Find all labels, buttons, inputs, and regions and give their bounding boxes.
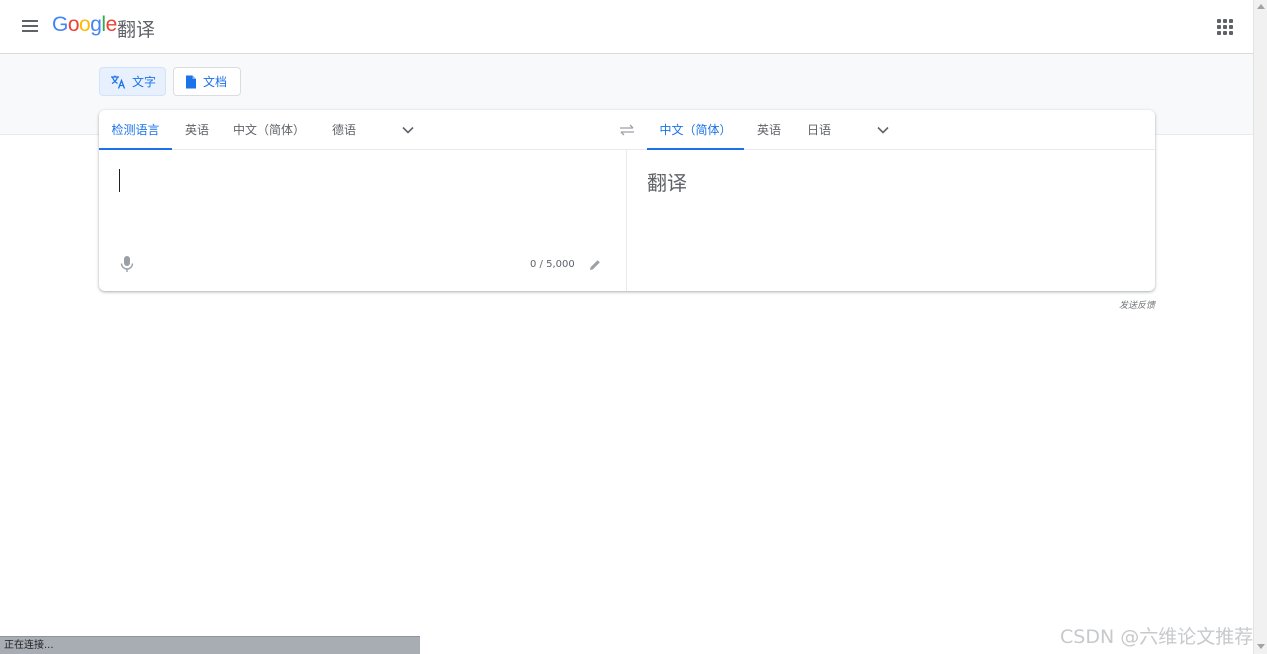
character-count: 0 / 5,000 xyxy=(530,259,575,270)
chevron-down-icon[interactable] xyxy=(875,122,891,138)
target-tab-english[interactable]: 英语 xyxy=(751,110,787,150)
scroll-down-arrow-icon[interactable] xyxy=(1257,644,1265,649)
source-tab-detect[interactable]: 检测语言 xyxy=(99,110,172,150)
google-logo[interactable]: Google xyxy=(52,13,117,37)
source-text-input[interactable] xyxy=(119,169,120,192)
mode-button-document[interactable]: 文档 xyxy=(173,67,241,96)
apps-grid-icon[interactable] xyxy=(1215,17,1235,37)
source-tab-english[interactable]: 英语 xyxy=(179,110,215,150)
panel-divider xyxy=(626,150,627,291)
swap-languages-icon[interactable] xyxy=(618,122,636,138)
pencil-icon[interactable] xyxy=(588,257,602,271)
browser-status-bar: 正在连接... xyxy=(0,636,420,654)
language-bar: 检测语言 英语 中文（简体） 德语 中文（简体） 英语 日语 xyxy=(99,110,1155,150)
mode-label: 文字 xyxy=(132,75,157,89)
watermark: CSDN @六维论文推荐 xyxy=(1060,626,1254,648)
product-name[interactable]: 翻译 xyxy=(117,15,155,42)
source-tab-chinese[interactable]: 中文（简体） xyxy=(233,110,305,150)
mode-label: 文档 xyxy=(203,75,228,89)
mode-button-text[interactable]: 文字 xyxy=(99,67,166,96)
vertical-scrollbar[interactable] xyxy=(1253,0,1267,654)
target-tab-chinese[interactable]: 中文（简体） xyxy=(647,110,744,150)
translate-icon xyxy=(110,75,126,89)
microphone-icon[interactable] xyxy=(120,255,134,273)
scroll-up-arrow-icon[interactable] xyxy=(1257,4,1265,9)
top-app-bar: Google 翻译 xyxy=(0,0,1253,54)
source-tab-german[interactable]: 德语 xyxy=(326,110,362,150)
page: Google 翻译 文字 文档 检测语言 英语 中文（简体） 德语 中文（简体）… xyxy=(0,0,1267,654)
document-icon xyxy=(185,75,197,89)
chevron-down-icon[interactable] xyxy=(400,122,416,138)
translation-card: 检测语言 英语 中文（简体） 德语 中文（简体） 英语 日语 0 / 5,000… xyxy=(99,110,1155,291)
hamburger-icon[interactable] xyxy=(18,17,42,37)
translation-output-placeholder: 翻译 xyxy=(647,171,687,195)
target-tab-japanese[interactable]: 日语 xyxy=(801,110,837,150)
send-feedback-link[interactable]: 发送反馈 xyxy=(1100,298,1155,311)
